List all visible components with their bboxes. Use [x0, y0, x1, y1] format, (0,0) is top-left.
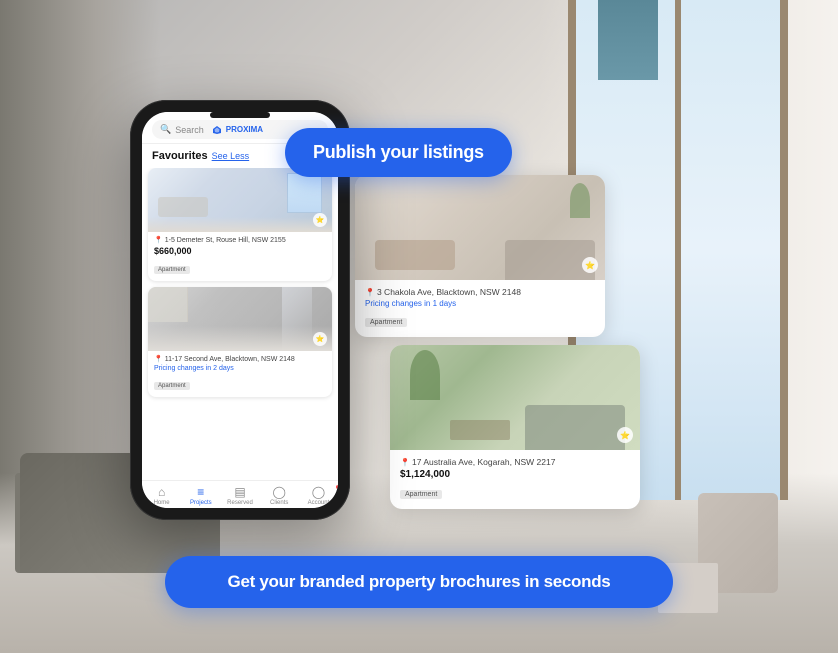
- fc-badge-2: Apartment: [400, 490, 442, 499]
- floating-star-1[interactable]: ⭐: [582, 257, 598, 273]
- search-text: Search: [175, 125, 204, 135]
- card1-plant: [570, 183, 590, 218]
- listing-price-change-2: Pricing changes in 2 days: [154, 365, 326, 372]
- card2-table: [450, 420, 510, 440]
- fc-location-icon-2: 📍: [400, 458, 410, 467]
- listing-badge-1: Apartment: [154, 266, 190, 274]
- proxima-brand: PROXIMA: [226, 125, 263, 134]
- fc-price-2: $1,124,000: [400, 469, 630, 480]
- nav-item-projects[interactable]: ≡ Projects: [181, 485, 220, 506]
- proxima-logo-icon: [212, 125, 222, 135]
- phone-listing-card-2[interactable]: ⭐ 📍 11-17 Second Ave, Blacktown, NSW 214…: [148, 287, 332, 397]
- nav-item-home[interactable]: ⌂ Home: [142, 485, 181, 506]
- floating-star-2[interactable]: ⭐: [617, 427, 633, 443]
- floating-card-img-1: ⭐: [355, 175, 605, 280]
- floating-card-body-1: 📍 3 Chakola Ave, Blacktown, NSW 2148 Pri…: [355, 280, 605, 337]
- fc-address-1: 📍 3 Chakola Ave, Blacktown, NSW 2148: [365, 287, 595, 297]
- listing-price-1: $660,000: [154, 246, 326, 256]
- listing-info-2: 📍 11-17 Second Ave, Blacktown, NSW 2148 …: [148, 351, 332, 397]
- nav-label-account: Account: [308, 500, 330, 506]
- nav-item-account[interactable]: ◯ Account: [299, 485, 338, 506]
- card1-table: [375, 240, 455, 270]
- nav-item-clients[interactable]: ◯ Clients: [260, 485, 299, 506]
- listing-star-1[interactable]: ⭐: [313, 213, 327, 227]
- nav-label-home: Home: [154, 500, 170, 506]
- listing-star-2[interactable]: ⭐: [313, 332, 327, 346]
- fc-location-icon-1: 📍: [365, 288, 375, 297]
- home-nav-icon: ⌂: [158, 485, 165, 499]
- bottom-banner[interactable]: Get your branded property brochures in s…: [165, 556, 673, 608]
- kitchen-counter: [148, 326, 332, 351]
- phone-listings-list: ⭐ 📍 1-5 Demeter St, Rouse Hill, NSW 2155…: [142, 168, 338, 480]
- nav-label-reserved: Reserved: [227, 500, 253, 506]
- search-icon: 🔍: [160, 124, 171, 135]
- listing-image-1: ⭐: [148, 168, 332, 232]
- listing-img-floor: [148, 217, 332, 232]
- reserved-nav-icon: ▤: [234, 485, 245, 499]
- kitchen-cabinets: [148, 287, 188, 322]
- projects-nav-icon: ≡: [197, 485, 204, 499]
- fc-address-2: 📍 17 Australia Ave, Kogarah, NSW 2217: [400, 457, 630, 467]
- location-icon-1: 📍: [154, 236, 163, 244]
- clients-nav-icon: ◯: [272, 485, 285, 499]
- bg-window-divider: [675, 0, 681, 500]
- location-icon-2: 📍: [154, 355, 163, 363]
- nav-item-reserved[interactable]: ▤ Reserved: [220, 485, 259, 506]
- fc-price-change-1: Pricing changes in 1 days: [365, 299, 595, 308]
- listing-address-2: 📍 11-17 Second Ave, Blacktown, NSW 2148: [154, 355, 326, 363]
- listing-image-2: ⭐: [148, 287, 332, 351]
- card1-sofa: [505, 240, 595, 280]
- listing-img-window: [287, 173, 322, 213]
- listing-info-1: 📍 1-5 Demeter St, Rouse Hill, NSW 2155 $…: [148, 232, 332, 281]
- fc-badge-1: Apartment: [365, 318, 407, 327]
- floating-card-body-2: 📍 17 Australia Ave, Kogarah, NSW 2217 $1…: [390, 450, 640, 509]
- phone-notch: [210, 112, 270, 118]
- card2-plant: [410, 350, 440, 400]
- favourites-title: Favourites: [152, 150, 208, 162]
- card2-sofa: [525, 405, 625, 450]
- nav-label-clients: Clients: [270, 500, 288, 506]
- account-nav-icon: ◯: [312, 485, 325, 499]
- floating-card-1[interactable]: ⭐ 📍 3 Chakola Ave, Blacktown, NSW 2148 P…: [355, 175, 605, 337]
- bg-ceiling-decoration: [598, 0, 658, 80]
- listing-address-1: 📍 1-5 Demeter St, Rouse Hill, NSW 2155: [154, 236, 326, 244]
- nav-label-projects: Projects: [190, 500, 212, 506]
- floating-card-img-2: ⭐: [390, 345, 640, 450]
- floating-card-2[interactable]: ⭐ 📍 17 Australia Ave, Kogarah, NSW 2217 …: [390, 345, 640, 509]
- phone-listing-card-1[interactable]: ⭐ 📍 1-5 Demeter St, Rouse Hill, NSW 2155…: [148, 168, 332, 281]
- publish-button[interactable]: Publish your listings: [285, 128, 512, 177]
- listing-img-furniture: [158, 197, 208, 217]
- phone-bottom-nav: ⌂ Home ≡ Projects ▤ Reserved ◯ Clients ◯: [142, 480, 338, 508]
- see-less-link[interactable]: See Less: [212, 151, 250, 161]
- listing-badge-2: Apartment: [154, 382, 190, 390]
